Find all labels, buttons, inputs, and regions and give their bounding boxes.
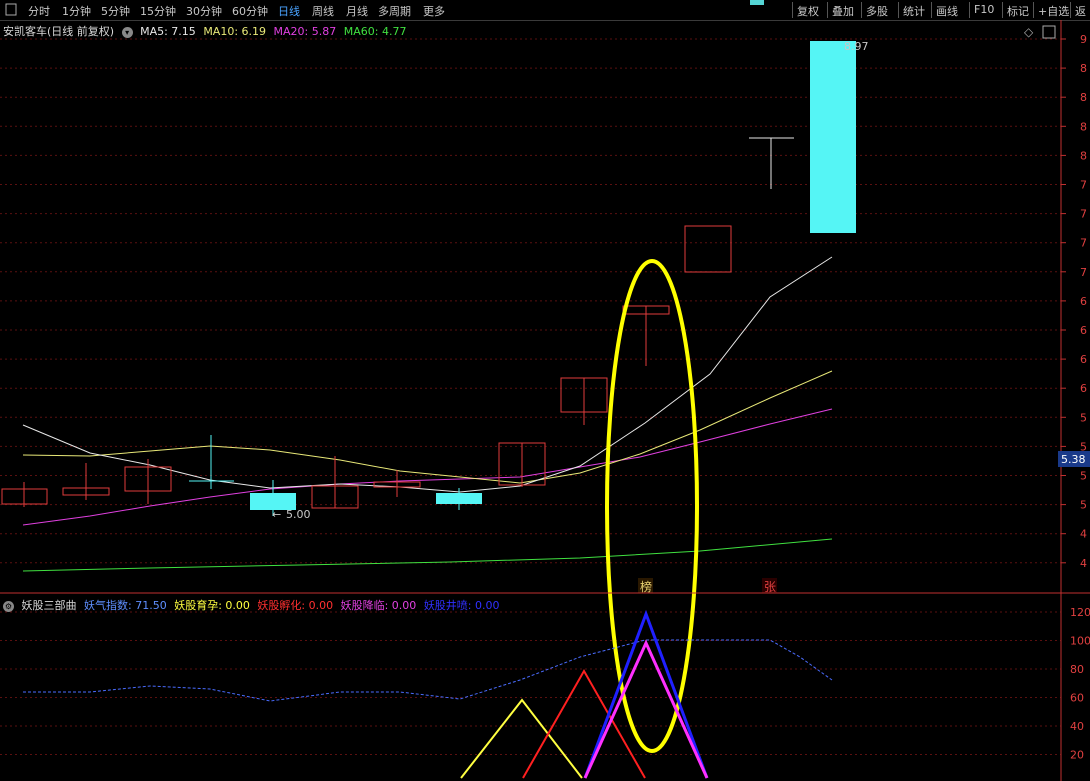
low-arrow: ←: [272, 508, 281, 521]
low-price-label: 5.00: [286, 508, 311, 521]
yaoqi-line: [23, 639, 833, 702]
candlesticks: [1, 41, 856, 516]
menu-icon[interactable]: [5, 3, 17, 16]
sub-axis-label: 100: [1070, 635, 1090, 648]
price-axis-label: 6: [1080, 382, 1087, 395]
price-axis-label: 7: [1080, 208, 1087, 221]
highlight-ellipse: [605, 259, 699, 753]
ma5-line: [22, 256, 833, 493]
diamond-icon[interactable]: ◇: [1024, 25, 1034, 39]
sub-axis-label: 80: [1070, 663, 1084, 676]
jianglin-line: [583, 639, 709, 779]
price-axis-label: 9: [1080, 33, 1087, 46]
price-axis-label: 5: [1080, 411, 1087, 424]
sub-grid: [0, 611, 1061, 755]
high-price-label: 8.97: [844, 40, 869, 53]
main-grid: [0, 38, 1061, 564]
candle-up: [684, 225, 732, 273]
price-axis-label: 4: [1080, 557, 1087, 570]
price-axis-label: 6: [1080, 324, 1087, 337]
price-axis-label: 7: [1080, 179, 1087, 192]
current-price: 5.38: [1061, 453, 1086, 466]
sub-value-axis: 120 100 80 60 40 20: [1070, 606, 1090, 762]
price-axis-label: 7: [1080, 237, 1087, 250]
top-marker: [750, 0, 764, 5]
main-price-axis: 9 8 8 8 8 7 7 7 7 6 6 6 6 5 5 5 5 4 4: [1061, 33, 1087, 570]
scroll-box-icon[interactable]: [1042, 25, 1056, 39]
candle-down: [810, 41, 856, 233]
price-axis-label: 7: [1080, 266, 1087, 279]
ma60-line: [22, 538, 833, 572]
mark-zhang[interactable]: 张: [764, 580, 776, 594]
price-axis-label: 4: [1080, 528, 1087, 541]
price-axis-label: 6: [1080, 295, 1087, 308]
mark-bang[interactable]: 榜: [640, 579, 652, 594]
sub-axis-label: 40: [1070, 720, 1084, 733]
price-axis-label: 8: [1080, 120, 1087, 133]
sub-axis-label: 20: [1070, 749, 1084, 762]
sub-axis-label: 120: [1070, 606, 1090, 619]
kline-chart[interactable]: 8.97 ← 5.00 榜 张 5.38 9 8 8 8 8 7 7 7 7 6 6 6 6 5 5 5 5 4 4…: [0, 0, 1090, 781]
candle-down: [436, 493, 482, 504]
yunyu-line: [460, 698, 583, 779]
price-axis-label: 5: [1080, 440, 1087, 453]
price-axis-label: 6: [1080, 353, 1087, 366]
price-axis-label: 8: [1080, 91, 1087, 104]
price-axis-label: 8: [1080, 149, 1087, 162]
sub-axis-label: 60: [1070, 692, 1084, 705]
price-axis-label: 5: [1080, 470, 1087, 483]
price-axis-label: 5: [1080, 499, 1087, 512]
price-axis-label: 8: [1080, 62, 1087, 75]
